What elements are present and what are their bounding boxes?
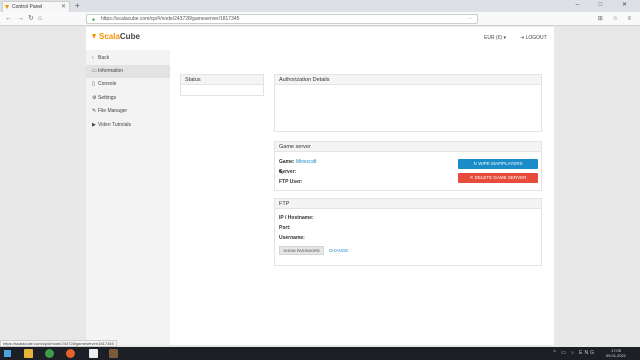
firefox-icon[interactable] xyxy=(66,349,75,358)
sidebar-item-label: Settings xyxy=(98,95,117,101)
windows-start-icon[interactable] xyxy=(4,350,11,357)
sidebar-item-label: Console xyxy=(98,81,117,87)
lock-icon: ● xyxy=(92,17,96,23)
system-tray-icons[interactable]: ^ ▭ ♪ ENG xyxy=(553,350,596,356)
sidebar-item-video-tutorials[interactable]: ▶ Video Tutorials xyxy=(86,119,170,132)
status-panel: Status xyxy=(180,74,264,96)
scalacube-logo[interactable]: ScalaCube xyxy=(92,32,140,41)
sidebar: ‹ Back ▭ Information ▯ Console ⚙ Setting… xyxy=(86,50,170,345)
video-icon: ▶ xyxy=(92,122,96,128)
sidebar-item-label: File Manager xyxy=(98,108,128,114)
sidebar-item-information[interactable]: ▭ Information xyxy=(86,65,170,78)
favicon-icon xyxy=(5,5,9,9)
new-tab-button[interactable]: + xyxy=(75,1,80,11)
browser-tab-bar: Control Panel ✕ + – □ ✕ xyxy=(0,0,640,12)
sidebar-item-label: Information xyxy=(98,68,124,74)
ip-hostname-field: IP / Hostname: xyxy=(279,215,314,221)
minecraft-icon[interactable] xyxy=(109,349,118,358)
browser-tab[interactable]: Control Panel ✕ xyxy=(2,1,70,12)
info-icon: ▭ xyxy=(92,68,97,74)
delete-game-server-button[interactable]: ✕ DELETE GAME SERVER xyxy=(458,173,538,183)
address-url: https://scalacube.com/cp/#/node/243728/g… xyxy=(101,16,240,22)
link-status-bar: https://scalacube.com/cp/#/node/243728/g… xyxy=(0,340,117,347)
show-password-button[interactable]: SHOW PASSWORD xyxy=(279,246,324,255)
console-icon: ▯ xyxy=(92,81,95,87)
ftp-title: FTP xyxy=(275,199,541,209)
app-icon[interactable] xyxy=(89,349,98,358)
reload-icon[interactable]: ↻ xyxy=(28,13,34,25)
chevron-left-icon: ‹ xyxy=(92,55,94,61)
status-panel-title: Status xyxy=(181,75,263,85)
browser-toolbar-icons[interactable]: ⊞ ☆ ≡ xyxy=(598,13,635,25)
close-tab-icon[interactable]: ✕ xyxy=(61,2,66,12)
address-bar[interactable]: ● https://scalacube.com/cp/#/node/243728… xyxy=(86,14,478,24)
browser-nav-bar: ← → ↻ ⌂ ● https://scalacube.com/cp/#/nod… xyxy=(0,12,640,26)
ftp-user-field: FTP User: xyxy=(279,179,303,185)
mouse-cursor-icon: ↖ xyxy=(278,169,284,176)
page-actions-icon[interactable]: ··· xyxy=(467,15,472,23)
logo-icon xyxy=(92,34,96,40)
game-server-panel: Game server Game: Minecraft Server: FTP … xyxy=(274,141,542,191)
authorization-panel-title: Authorization Details xyxy=(275,75,541,85)
ftp-panel: FTP IP / Hostname: Port: Username: SHOW … xyxy=(274,198,542,266)
sidebar-item-label: Back xyxy=(98,55,110,61)
sidebar-item-label: Video Tutorials xyxy=(98,122,131,128)
authorization-panel: Authorization Details xyxy=(274,74,542,132)
sidebar-item-settings[interactable]: ⚙ Settings xyxy=(86,92,170,105)
sidebar-item-back[interactable]: ‹ Back xyxy=(86,52,170,65)
file-explorer-icon[interactable] xyxy=(24,349,33,358)
home-icon[interactable]: ⌂ xyxy=(38,13,42,25)
sidebar-item-console[interactable]: ▯ Console xyxy=(86,78,170,91)
game-field: Game: Minecraft xyxy=(279,159,317,165)
sidebar-item-file-manager[interactable]: ✎ File Manager xyxy=(86,105,170,118)
chrome-icon[interactable] xyxy=(45,349,54,358)
game-link[interactable]: Minecraft xyxy=(296,159,317,165)
wipe-map-players-button[interactable]: ↻ WIPE MAP/PLAYERS xyxy=(458,159,538,169)
taskbar: ^ ▭ ♪ ENG 17:05 09.01.2021 xyxy=(0,347,640,360)
currency-dropdown[interactable]: EUR (€) ▾ xyxy=(484,35,506,41)
logout-button[interactable]: ⇥ LOGOUT xyxy=(520,35,547,41)
game-server-title: Game server xyxy=(275,142,541,152)
change-password-link[interactable]: CHANGE xyxy=(329,246,348,255)
page-content: ScalaCube EUR (€) ▾ ⇥ LOGOUT ‹ Back ▭ In… xyxy=(86,27,554,345)
tab-title: Control Panel xyxy=(12,4,43,10)
port-field: Port: xyxy=(279,225,291,231)
window-controls[interactable]: – □ ✕ xyxy=(576,0,636,11)
clock[interactable]: 17:05 09.01.2021 xyxy=(606,348,626,358)
forward-arrow-icon[interactable]: → xyxy=(17,13,24,25)
edit-icon: ✎ xyxy=(92,108,97,114)
gear-icon: ⚙ xyxy=(92,95,97,101)
back-arrow-icon[interactable]: ← xyxy=(5,13,12,25)
username-field: Username: xyxy=(279,235,305,241)
